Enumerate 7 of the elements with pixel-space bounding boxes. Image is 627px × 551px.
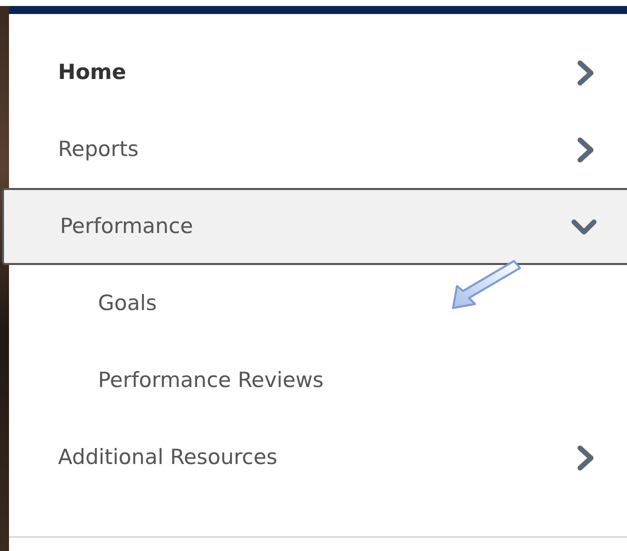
menu-item[interactable]: Performance xyxy=(2,188,627,265)
menu-item[interactable]: Home xyxy=(9,34,627,111)
chevron-down-icon xyxy=(571,216,597,236)
submenu-item[interactable]: Goals xyxy=(9,265,627,342)
menu-item[interactable]: Additional Resources xyxy=(9,419,627,496)
menu-item[interactable]: Reports xyxy=(9,111,627,188)
submenu-item[interactable]: Performance Reviews xyxy=(9,342,627,419)
